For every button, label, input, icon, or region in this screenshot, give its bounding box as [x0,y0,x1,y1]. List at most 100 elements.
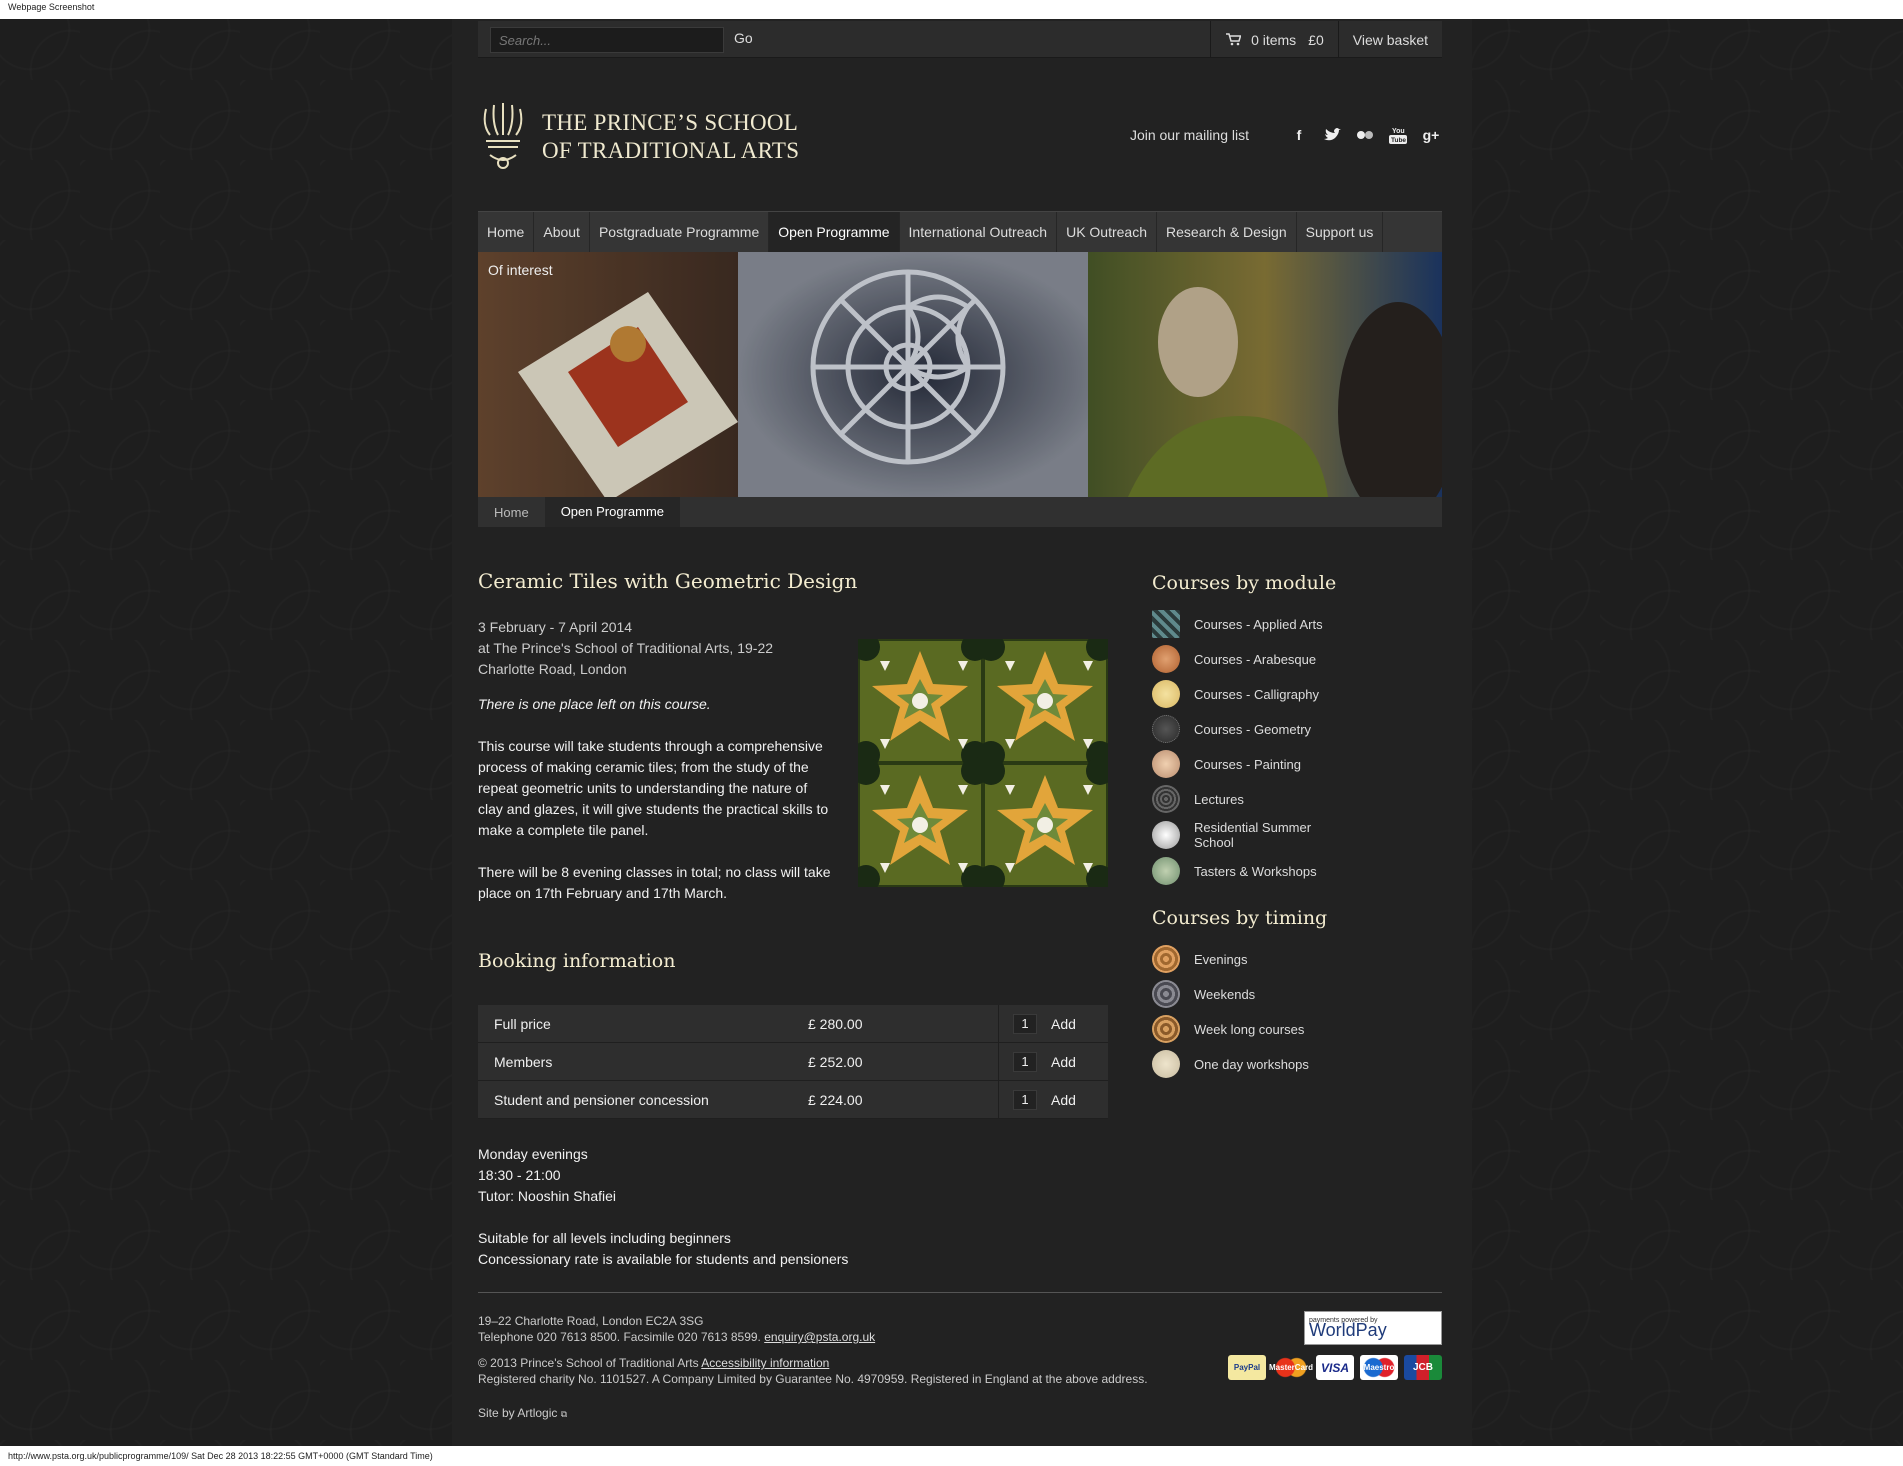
svg-text:You: You [1392,128,1405,135]
timing-label: Evenings [1194,951,1248,967]
course-dates: 3 February - 7 April 2014 [478,619,633,635]
booking-row-name: Student and pensioner concession [494,1091,709,1108]
course-title: Ceramic Tiles with Geometric Design [478,569,858,593]
footer-copyright: © 2013 Prince's School of Traditional Ar… [478,1356,699,1370]
mailing-list-link[interactable]: Join our mailing list [1130,127,1249,143]
add-to-basket-button[interactable]: Add [1051,1092,1076,1108]
booking-row-price: £ 224.00 [808,1091,863,1108]
timing-evenings[interactable]: Evenings [1152,945,1416,973]
module-residential-summer-school[interactable]: Residential Summer School [1152,820,1416,850]
basket: 0 items £0 View basket [1210,21,1442,58]
module-applied-arts[interactable]: Courses - Applied Arts [1152,610,1416,638]
youtube-icon[interactable]: You Tube [1387,124,1409,146]
applied-arts-icon [1152,610,1180,638]
booking-row: Full price £ 280.00 Add [478,1004,1108,1043]
site-logo[interactable]: THE PRINCE’S SCHOOL OF TRADITIONAL ARTS [478,101,799,173]
worldpay-logo: payments powered by WorldPay [1304,1311,1442,1345]
course-venue-line-2: Charlotte Road, London [478,661,627,677]
logo-line-1: THE PRINCE’S SCHOOL [542,110,799,135]
search-go-button[interactable]: Go [734,30,753,46]
utility-bar: Go 0 items £0 View basket [478,21,1442,58]
browser-title-bar: Webpage Screenshot [0,0,1903,19]
nav-about[interactable]: About [534,212,590,252]
module-lectures[interactable]: Lectures [1152,785,1416,813]
nav-international-outreach[interactable]: International Outreach [900,212,1058,252]
timing-weekends[interactable]: Weekends [1152,980,1416,1008]
flickr-icon[interactable] [1354,124,1376,146]
course-availability: There is one place left on this course. [478,696,711,712]
nav-research-design[interactable]: Research & Design [1157,212,1297,252]
arabesque-icon [1152,645,1180,673]
basket-summary[interactable]: 0 items £0 [1211,21,1339,58]
crest-icon [483,103,523,169]
svg-text:Tube: Tube [1391,137,1406,144]
timing-label: One day workshops [1194,1056,1309,1072]
basket-total: £0 [1308,31,1324,48]
booking-row-price: £ 280.00 [808,1015,863,1032]
jcb-icon: JCB [1404,1355,1442,1380]
course-description: 3 February - 7 April 2014 at The Prince'… [478,617,833,918]
hero-image [478,252,1442,497]
nav-postgraduate-programme[interactable]: Postgraduate Programme [590,212,770,252]
quantity-input[interactable] [1013,1089,1037,1110]
add-to-basket-button[interactable]: Add [1051,1016,1076,1032]
summer-school-icon [1152,821,1180,849]
calligraphy-icon [1152,680,1180,708]
module-tasters-workshops[interactable]: Tasters & Workshops [1152,857,1416,885]
accessibility-link[interactable]: Accessibility information [701,1356,829,1370]
ceramic-tile-image [858,639,1108,887]
nav-uk-outreach[interactable]: UK Outreach [1057,212,1158,252]
page-container: Go 0 items £0 View basket THE PRINCE’S S… [452,19,1472,1446]
course-classes-note: There will be 8 evening classes in total… [478,864,831,901]
nav-open-programme[interactable]: Open Programme [769,212,900,252]
footer-address: 19–22 Charlotte Road, London EC2A 3SG [478,1314,704,1328]
module-calligraphy[interactable]: Courses - Calligraphy [1152,680,1416,708]
breadcrumb-home[interactable]: Home [478,505,545,520]
visa-icon: VISA [1316,1355,1354,1380]
site-by-link[interactable]: Site by Artlogic [478,1406,557,1420]
module-arabesque[interactable]: Courses - Arabesque [1152,645,1416,673]
twitter-icon[interactable] [1321,124,1343,146]
logo-line-2: OF TRADITIONAL ARTS [542,138,800,163]
footer: 19–22 Charlotte Road, London EC2A 3SG Te… [478,1292,1442,1422]
course-level: Suitable for all levels including beginn… [478,1230,731,1246]
module-geometry[interactable]: Courses - Geometry [1152,715,1416,743]
search-input[interactable] [490,27,724,53]
timing-label: Weekends [1194,986,1256,1002]
booking-row-price: £ 252.00 [808,1053,863,1070]
module-label: Courses - Arabesque [1194,651,1317,667]
maestro-icon: Maestro [1360,1355,1398,1380]
modules-heading: Courses by module [1152,572,1337,594]
module-label: Residential Summer School [1194,820,1312,850]
booking-row: Student and pensioner concession £ 224.0… [478,1080,1108,1119]
week-long-icon [1152,1015,1180,1043]
social-links: Join our mailing list f You Tube g+ [1130,124,1442,146]
module-painting[interactable]: Courses - Painting [1152,750,1416,778]
add-to-basket-button[interactable]: Add [1051,1054,1076,1070]
timing-heading: Courses by timing [1152,907,1328,929]
nav-support-us[interactable]: Support us [1297,212,1384,252]
mastercard-icon: MasterCard [1269,1355,1313,1380]
nav-home[interactable]: Home [478,212,535,252]
hero-banner: Of interest [478,252,1442,497]
quantity-input[interactable] [1013,1013,1037,1034]
footer-phone: Telephone 020 7613 8500. Facsimile 020 7… [478,1330,761,1344]
one-day-icon [1152,1050,1180,1078]
course-venue-line-1: at The Prince's School of Traditional Ar… [478,640,774,656]
footer-email-link[interactable]: enquiry@psta.org.uk [764,1330,875,1344]
external-link-icon: ⧉ [560,1409,568,1419]
quantity-input[interactable] [1013,1051,1037,1072]
view-basket-link[interactable]: View basket [1339,32,1442,48]
google-plus-icon[interactable]: g+ [1420,124,1442,146]
timing-one-day[interactable]: One day workshops [1152,1050,1416,1078]
course-summary: This course will take students through a… [478,738,829,838]
facebook-icon[interactable]: f [1288,124,1310,146]
sidebar: Courses by module Courses - Applied Arts… [1152,572,1416,1100]
booking-row-name: Members [494,1053,553,1070]
weekends-icon [1152,980,1180,1008]
basket-items: 0 items [1251,31,1297,48]
module-label: Courses - Geometry [1194,721,1312,737]
timing-week-long[interactable]: Week long courses [1152,1015,1416,1043]
timing-list: Evenings Weekends Week long courses One … [1152,945,1416,1078]
module-label: Courses - Applied Arts [1194,616,1323,632]
